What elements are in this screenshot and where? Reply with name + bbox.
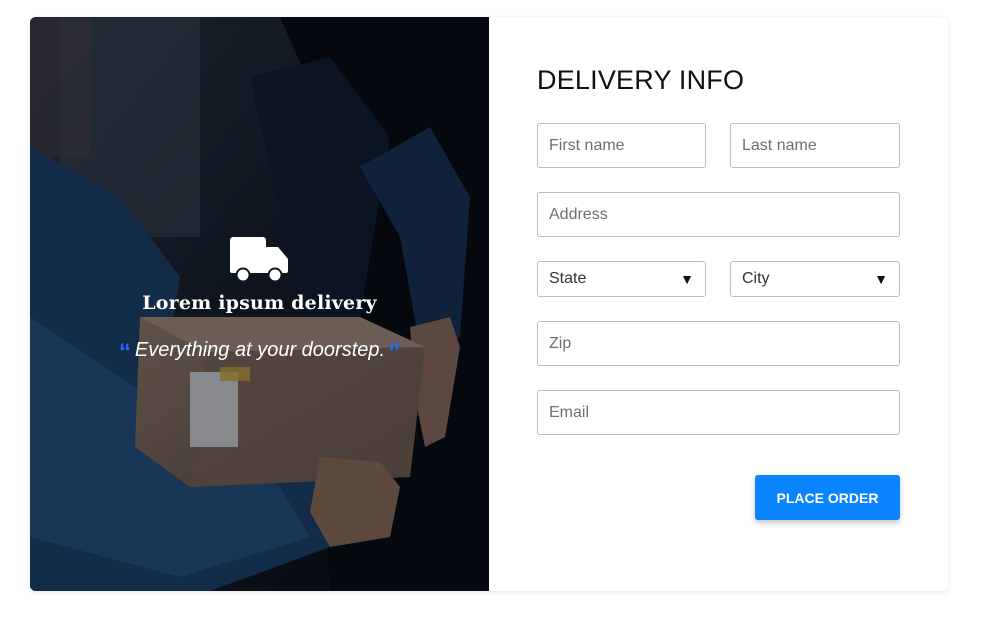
truck-icon [229, 235, 291, 285]
caret-down-icon: ▼ [874, 271, 888, 287]
quote-close-icon: ” [388, 339, 401, 366]
city-select-value: City [742, 270, 770, 287]
first-name-input[interactable] [537, 123, 706, 168]
caret-down-icon: ▼ [680, 271, 694, 287]
last-name-input[interactable] [730, 123, 900, 168]
brand-name: Lorem ipsum delivery [142, 292, 377, 314]
state-select[interactable]: State ▼ [537, 261, 706, 297]
state-select-value: State [549, 270, 587, 287]
tagline-text: Everything at your doorstep. [134, 338, 386, 361]
hero-content: Lorem ipsum delivery “ Everything at you… [30, 235, 489, 366]
email-input[interactable] [537, 390, 900, 435]
tagline: “ Everything at your doorstep. ” [30, 338, 489, 366]
city-select[interactable]: City ▼ [730, 261, 900, 297]
zip-input[interactable] [537, 321, 900, 366]
place-order-button[interactable]: PLACE ORDER [755, 475, 900, 520]
address-input[interactable] [537, 192, 900, 237]
quote-open-icon: “ [118, 339, 131, 366]
delivery-card: Lorem ipsum delivery “ Everything at you… [30, 17, 948, 591]
hero-panel: Lorem ipsum delivery “ Everything at you… [30, 17, 489, 591]
form-title: DELIVERY INFO [537, 65, 745, 95]
